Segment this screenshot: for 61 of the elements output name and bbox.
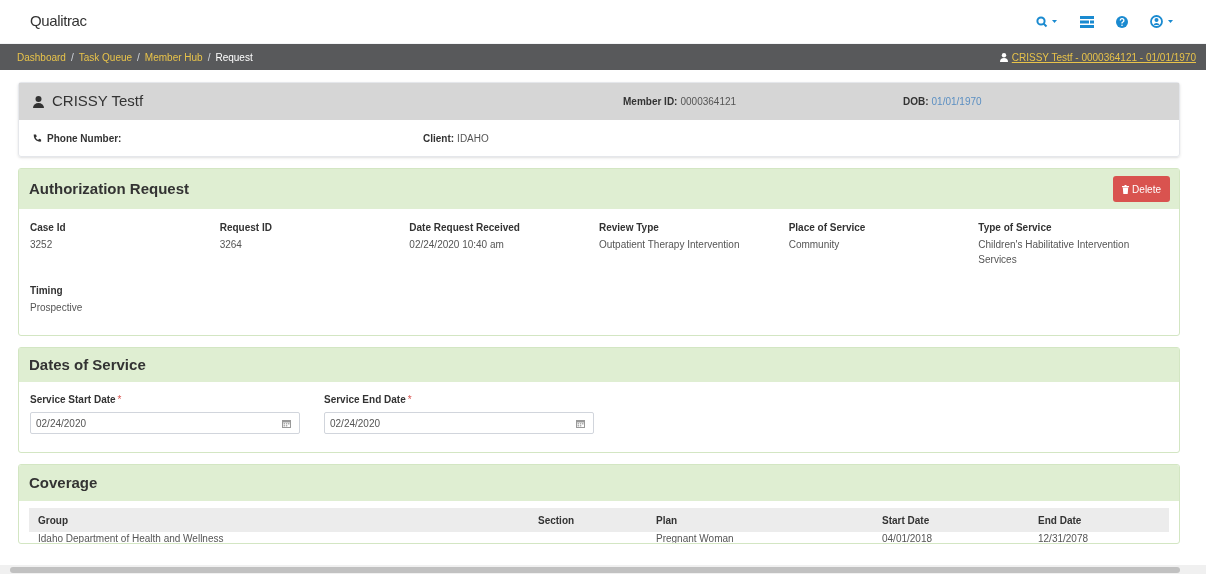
field-label: Type of Service [978,221,1053,235]
calendar-icon[interactable] [576,418,585,428]
table-cell-text: 04/01/2018 [882,532,934,543]
field-label: Service Start Date [30,393,116,407]
breadcrumb-separator: / [70,50,74,65]
panel-title: Coverage [29,472,98,493]
field-label: Request ID [219,221,273,235]
field-value: Prospective [30,301,84,315]
breadcrumb-link[interactable]: Dashboard [17,49,66,65]
field-value: 02/24/2020 10:40 am [409,238,505,252]
field-value: IDAHO [457,131,489,146]
horizontal-scrollbar[interactable] [0,565,1206,574]
field-label: Client: [423,131,455,146]
field-label: DOB: [903,95,929,109]
search-icon[interactable] [1036,15,1058,28]
column-header: Start Date [882,513,931,528]
table-cell-text: Pregnant Woman [656,532,735,543]
field-value: 0000364121 [680,95,737,109]
field-value: Children's Habilitative Intervention Services [978,238,1131,267]
member-link[interactable]: CRISSY Testf - 0000364121 - 01/01/1970 [1011,49,1196,65]
calendar-icon[interactable] [282,418,291,428]
delete-button[interactable]: Delete [1113,176,1170,202]
date-field[interactable]: 02/24/2020 [30,412,300,434]
trash-icon [1122,184,1130,194]
field-label: Service End Date [324,393,406,407]
field-value: 3264 [219,238,243,252]
person-icon [33,95,44,108]
field-label: Case Id [30,221,67,235]
field-label: Place of Service [788,221,867,235]
panel-title: Dates of Service [29,354,146,375]
table-cell-text: Idaho Department of Health and Wellness [38,532,225,543]
field-label: Date Request Received [409,221,521,235]
list-icon[interactable] [1080,15,1094,28]
required-asterisk: * [407,393,412,407]
breadcrumb-link[interactable]: Member Hub [144,49,203,65]
field-value: Community [788,238,841,252]
field-value: 3252 [30,238,54,252]
column-header: Plan [656,513,679,528]
field-value: 01/01/1970 [931,95,982,109]
field-label: Timing [30,284,64,298]
phone-icon [33,133,42,143]
field-label: Member ID: [623,95,678,109]
field-label: Phone Number: [47,131,122,146]
panel-title: Authorization Request [29,178,189,199]
breadcrumb-separator: / [207,50,211,65]
column-header: End Date [1038,513,1083,528]
column-header: Group [38,513,69,528]
breadcrumb-separator: / [137,50,140,65]
required-asterisk: * [117,393,122,407]
breadcrumb-current: Request [215,50,253,65]
breadcrumb-link[interactable]: Task Queue [78,49,133,65]
user-account-icon[interactable] [1150,15,1174,28]
field-label: Review Type [599,221,660,235]
logo: Qualitrac [30,11,87,32]
date-field[interactable]: 02/24/2020 [324,412,594,434]
field-value: Outpatient Therapy Intervention [599,238,741,252]
member-name: CRISSY Testf [52,91,144,112]
column-header: Section [538,513,576,528]
table-cell-text: 12/31/2078 [1038,532,1090,543]
person-icon [999,52,1008,62]
help-icon[interactable] [1116,15,1128,28]
